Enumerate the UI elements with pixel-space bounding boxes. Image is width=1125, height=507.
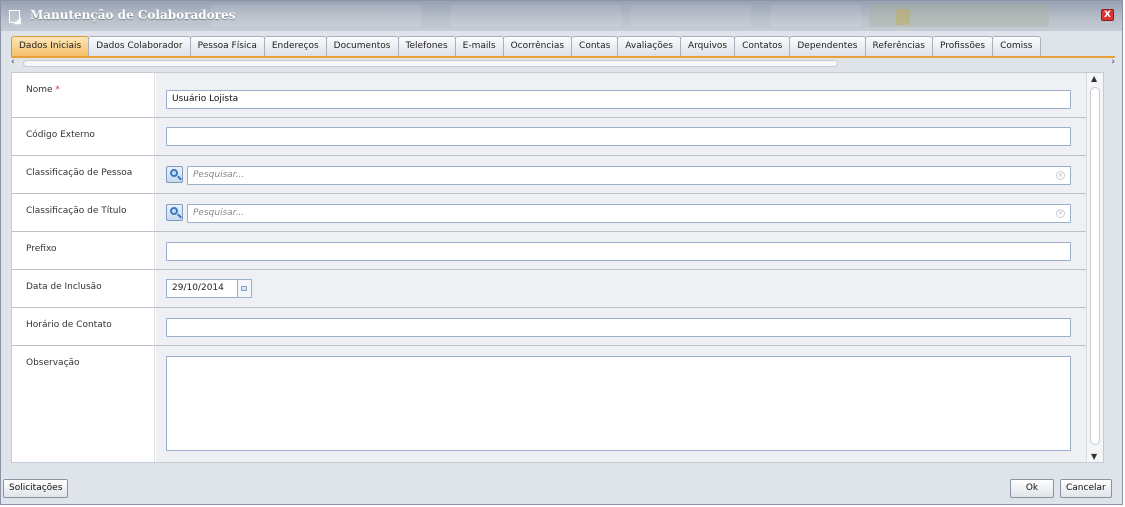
- background-ghost: [631, 5, 751, 27]
- tab-telefones[interactable]: Telefones: [397, 36, 456, 56]
- search-icon[interactable]: [166, 166, 183, 183]
- field-area: 29/10/2014: [156, 270, 1086, 307]
- tab-referencias[interactable]: Referências: [864, 36, 933, 56]
- calendar-icon[interactable]: [238, 279, 252, 298]
- tab-dependentes[interactable]: Dependentes: [789, 36, 866, 56]
- background-ghost: [771, 5, 861, 27]
- required-mark: *: [55, 85, 60, 95]
- tab-comissoes[interactable]: Comiss: [992, 36, 1041, 56]
- solicitacoes-button[interactable]: Solicitações: [3, 479, 69, 498]
- tab-scrollbar[interactable]: ‹ ›: [11, 57, 1115, 68]
- field-area: [156, 346, 1086, 462]
- title-bar[interactable]: Manutenção de Colaboradores X: [1, 1, 1122, 31]
- form-panel: Nome * Usuário Lojista Código Externo Cl…: [11, 72, 1104, 463]
- classificacao-pessoa-label: Classificação de Pessoa: [12, 156, 155, 193]
- field-area: Pesquisar... ×: [156, 194, 1086, 231]
- chevron-up-icon[interactable]: ▲: [1091, 74, 1097, 83]
- tab-profissoes[interactable]: Profissões: [932, 36, 994, 56]
- tab-strip: Dados Iniciais Dados Colaborador Pessoa Fí…: [11, 36, 1115, 58]
- form-row-classificacao-titulo: Classificação de Título Pesquisar... ×: [12, 194, 1086, 232]
- codigo-externo-label: Código Externo: [12, 118, 155, 155]
- search-icon[interactable]: [166, 204, 183, 221]
- tab-pessoa-fisica[interactable]: Pessoa Física: [189, 36, 265, 56]
- clear-icon[interactable]: ×: [1056, 171, 1065, 180]
- data-inclusao-input[interactable]: 29/10/2014: [166, 279, 238, 298]
- observacao-label: Observação: [12, 346, 155, 462]
- form-row-nome: Nome * Usuário Lojista: [12, 73, 1086, 118]
- window-title: Manutenção de Colaboradores: [30, 8, 236, 22]
- form-row-prefixo: Prefixo: [12, 232, 1086, 270]
- tab-contatos[interactable]: Contatos: [734, 36, 791, 56]
- edit-document-icon: [9, 10, 20, 23]
- tab-dados-colaborador[interactable]: Dados Colaborador: [88, 36, 191, 56]
- chevron-down-icon[interactable]: ▼: [1091, 452, 1097, 461]
- form-row-data-inclusao: Data de Inclusão 29/10/2014: [12, 270, 1086, 308]
- scrollbar-thumb[interactable]: [1090, 87, 1100, 445]
- form-row-observacao: Observação: [12, 346, 1086, 462]
- dialog-window: Manutenção de Colaboradores X Dados Inic…: [0, 0, 1123, 505]
- chevron-left-icon[interactable]: ‹: [11, 57, 15, 67]
- background-ghost: [896, 9, 910, 25]
- codigo-externo-input[interactable]: [166, 127, 1071, 146]
- tab-ocorrencias[interactable]: Ocorrências: [502, 36, 573, 56]
- prefixo-input[interactable]: [166, 242, 1071, 261]
- tab-dados-iniciais[interactable]: Dados Iniciais: [11, 36, 90, 56]
- field-label: Nome *: [12, 73, 155, 117]
- classificacao-titulo-input[interactable]: Pesquisar... ×: [187, 204, 1071, 223]
- observacao-textarea[interactable]: [166, 356, 1071, 451]
- nome-label: Nome: [26, 85, 53, 95]
- background-ghost: [451, 5, 621, 27]
- field-area: Usuário Lojista: [156, 73, 1086, 117]
- close-button[interactable]: X: [1101, 9, 1114, 21]
- field-area: [156, 308, 1086, 345]
- chevron-right-icon[interactable]: ›: [1111, 57, 1115, 67]
- tab-avaliacoes[interactable]: Avaliações: [617, 36, 681, 56]
- tab-documentos[interactable]: Documentos: [325, 36, 399, 56]
- field-area: Pesquisar... ×: [156, 156, 1086, 193]
- classificacao-pessoa-input[interactable]: Pesquisar... ×: [187, 166, 1071, 185]
- cancel-button[interactable]: Cancelar: [1060, 479, 1112, 498]
- classificacao-pessoa-placeholder: Pesquisar...: [193, 170, 245, 180]
- tab-enderecos[interactable]: Endereços: [263, 36, 327, 56]
- classificacao-titulo-label: Classificação de Título: [12, 194, 155, 231]
- tab-scrollbar-track[interactable]: [23, 60, 838, 67]
- ok-button[interactable]: Ok: [1010, 479, 1054, 498]
- clear-icon[interactable]: ×: [1056, 209, 1065, 218]
- form-row-codigo-externo: Código Externo: [12, 118, 1086, 156]
- nome-input[interactable]: Usuário Lojista: [166, 90, 1071, 109]
- data-inclusao-label: Data de Inclusão: [12, 270, 155, 307]
- field-area: [156, 232, 1086, 269]
- vertical-scrollbar[interactable]: ▲ ▼: [1086, 73, 1103, 462]
- classificacao-titulo-placeholder: Pesquisar...: [193, 208, 245, 218]
- tab-contas[interactable]: Contas: [571, 36, 619, 56]
- tab-emails[interactable]: E-mails: [454, 36, 504, 56]
- form-row-classificacao-pessoa: Classificação de Pessoa Pesquisar... ×: [12, 156, 1086, 194]
- form-row-horario-contato: Horário de Contato: [12, 308, 1086, 346]
- prefixo-label: Prefixo: [12, 232, 155, 269]
- horario-contato-input[interactable]: [166, 318, 1071, 337]
- background-ghost: [211, 5, 421, 27]
- tab-arquivos[interactable]: Arquivos: [679, 36, 736, 56]
- field-area: [156, 118, 1086, 155]
- horario-contato-label: Horário de Contato: [12, 308, 155, 345]
